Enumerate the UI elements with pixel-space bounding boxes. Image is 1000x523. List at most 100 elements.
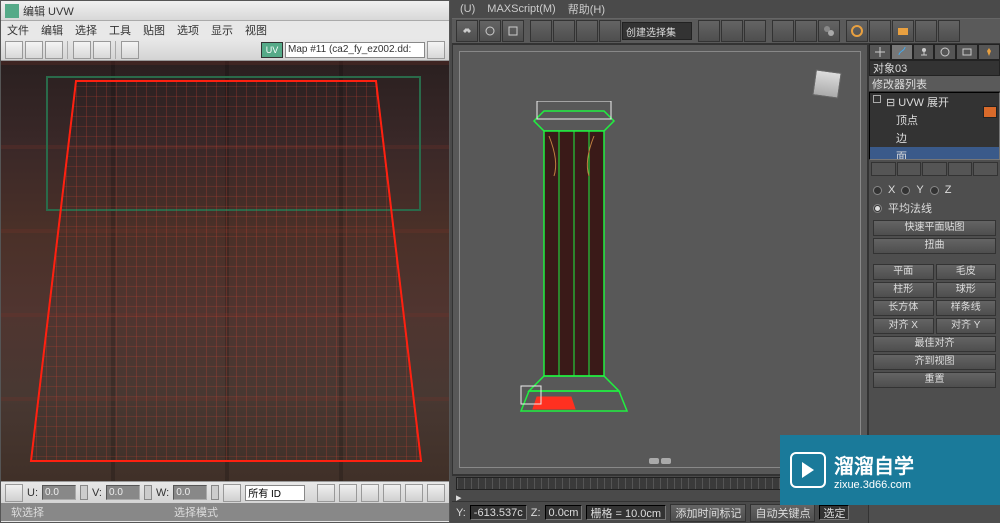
material-editor-button[interactable] [818, 20, 840, 42]
options-button[interactable] [121, 41, 139, 59]
modifier-list-dropdown[interactable]: 修改器列表 [869, 76, 1000, 92]
watermark: 溜溜自学 zixue.3d66.com [780, 435, 1000, 505]
options-icon[interactable] [427, 484, 445, 502]
best-align-button[interactable]: 最佳对齐 [873, 336, 996, 352]
v-spinner[interactable] [144, 485, 152, 500]
align-button[interactable] [721, 20, 743, 42]
curve-editor-button[interactable] [772, 20, 794, 42]
pelt-map-button[interactable]: 毛皮 [936, 264, 997, 280]
unlink-button[interactable] [479, 20, 501, 42]
plane-map-button[interactable]: 平面 [873, 264, 934, 280]
twist-button[interactable]: 扭曲 [873, 238, 996, 254]
motion-tab[interactable] [934, 44, 956, 60]
grid-toggle[interactable] [599, 20, 621, 42]
watermark-title: 溜溜自学 [834, 450, 914, 479]
rotate-tool-button[interactable] [25, 41, 43, 59]
create-tab[interactable] [869, 44, 891, 60]
lock-icon[interactable] [5, 484, 23, 502]
viewport[interactable] [452, 44, 868, 475]
box-map-button[interactable]: 长方体 [873, 300, 934, 316]
v-field[interactable]: 0.0 [106, 485, 140, 500]
percent-button[interactable] [530, 20, 552, 42]
modify-tab[interactable] [891, 44, 913, 60]
sphere-map-button[interactable]: 球形 [936, 282, 997, 298]
render-button[interactable] [892, 20, 914, 42]
axis-y-radio[interactable] [901, 186, 910, 195]
y-coord-field[interactable]: -613.537c [470, 505, 527, 520]
menu-help[interactable]: 帮助(H) [568, 1, 605, 17]
mirror-tool-button[interactable] [93, 41, 111, 59]
scale-tool-button[interactable] [45, 41, 63, 59]
cylinder-map-button[interactable]: 柱形 [873, 282, 934, 298]
menu-view[interactable]: 视图 [245, 22, 267, 38]
avg-normals-radio[interactable] [873, 204, 882, 213]
object-name-field[interactable]: 对象03 [869, 60, 1000, 76]
pillar-model[interactable] [519, 101, 629, 421]
render-setup-button[interactable] [846, 20, 868, 42]
axis-x-radio[interactable] [873, 186, 882, 195]
map-dropdown-arrow[interactable] [427, 41, 445, 59]
move-tool-button[interactable] [5, 41, 23, 59]
snap-toggle[interactable] [553, 20, 575, 42]
uv-checker-toggle[interactable]: UV [261, 42, 283, 58]
quick-planar-button[interactable]: 快速平面贴图 [873, 220, 996, 236]
menu-edit[interactable]: 编辑 [41, 22, 63, 38]
axis-z-radio[interactable] [930, 186, 939, 195]
show-end-result-button[interactable] [897, 162, 922, 176]
align-view-button[interactable]: 齐到视图 [873, 354, 996, 370]
freeform-tool-button[interactable] [73, 41, 91, 59]
viewport-resize-handles[interactable] [649, 458, 671, 464]
hierarchy-tab[interactable] [913, 44, 935, 60]
add-time-tag-button[interactable]: 添加时间标记 [670, 504, 746, 522]
uvw-titlebar[interactable]: 编辑 UVW [1, 1, 449, 21]
menu-u[interactable]: (U) [460, 3, 475, 15]
map-dropdown[interactable] [285, 42, 425, 58]
auto-key-button[interactable]: 自动关键点 [750, 504, 815, 522]
reset-button[interactable]: 重置 [873, 372, 996, 388]
render-frame-button[interactable] [869, 20, 891, 42]
w-field[interactable]: 0.0 [173, 485, 207, 500]
configure-button[interactable] [973, 162, 998, 176]
w-spinner[interactable] [211, 485, 219, 500]
z-coord-field[interactable]: 0.0cm [545, 505, 583, 520]
menu-select[interactable]: 选择 [75, 22, 97, 38]
frame-icon[interactable] [405, 484, 423, 502]
schematic-button[interactable] [795, 20, 817, 42]
named-selection-dropdown[interactable] [622, 22, 692, 40]
snap-button[interactable] [223, 484, 241, 502]
menu-maxscript[interactable]: MAXScript(M) [487, 3, 555, 15]
mirror-button[interactable] [698, 20, 720, 42]
menu-mapping[interactable]: 贴图 [143, 22, 165, 38]
menu-file[interactable]: 文件 [7, 22, 29, 38]
viewcube[interactable] [807, 65, 847, 105]
zoom-region-icon[interactable] [361, 484, 379, 502]
zoom-icon[interactable] [339, 484, 357, 502]
uv-selection-cage[interactable] [16, 76, 436, 471]
render-region-button[interactable] [938, 20, 960, 42]
align-y-button[interactable]: 对齐 Y [936, 318, 997, 334]
bind-button[interactable] [502, 20, 524, 42]
watermark-logo-icon [790, 452, 826, 488]
zoom-extents-icon[interactable] [383, 484, 401, 502]
remove-mod-button[interactable] [948, 162, 973, 176]
menu-options[interactable]: 选项 [177, 22, 199, 38]
link-button[interactable] [456, 20, 478, 42]
spline-map-button[interactable]: 样条线 [936, 300, 997, 316]
render-last-button[interactable] [915, 20, 937, 42]
uvw-viewport[interactable] [1, 61, 449, 481]
make-unique-button[interactable] [922, 162, 947, 176]
utilities-tab[interactable] [978, 44, 1000, 60]
angle-snap-toggle[interactable] [576, 20, 598, 42]
display-tab[interactable] [956, 44, 978, 60]
layers-button[interactable] [744, 20, 766, 42]
u-field[interactable]: 0.0 [42, 485, 76, 500]
menu-tools[interactable]: 工具 [109, 22, 131, 38]
key-mode-dropdown[interactable]: 选定 [819, 505, 849, 520]
modifier-stack[interactable]: ⊟ UVW 展开 顶点 边 面 ■ 可编辑多边形 [869, 92, 1000, 160]
pan-icon[interactable] [317, 484, 335, 502]
align-x-button[interactable]: 对齐 X [873, 318, 934, 334]
pin-stack-button[interactable] [871, 162, 896, 176]
u-spinner[interactable] [80, 485, 88, 500]
menu-display[interactable]: 显示 [211, 22, 233, 38]
id-filter-dropdown[interactable] [245, 485, 305, 501]
